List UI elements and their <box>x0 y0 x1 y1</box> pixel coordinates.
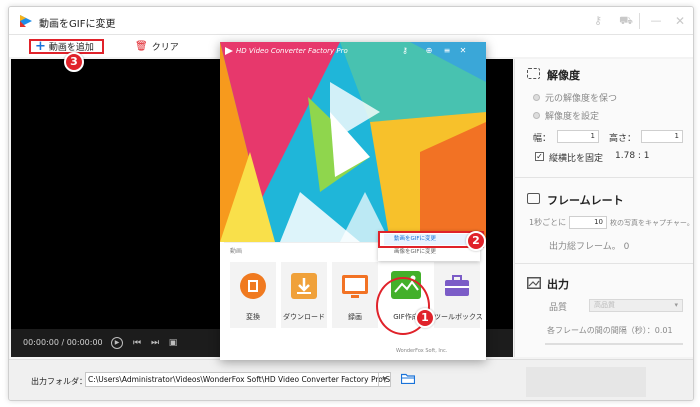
chevron-down-icon: ▾ <box>674 301 678 309</box>
overlay-footer: WonderFox Soft, Inc. <box>396 348 448 354</box>
plus-icon: + <box>35 38 46 54</box>
keep-ratio-checkbox[interactable]: ✓ <box>535 152 544 161</box>
height-label: 高さ： <box>609 134 637 144</box>
app-logo-icon <box>225 47 233 55</box>
per-second-suffix: 枚の写真をキャプチャー。 <box>610 219 694 227</box>
tile-toolbox-label: ツールボックス <box>434 313 483 321</box>
key-icon[interactable]: ⚷ <box>400 46 410 56</box>
overlay-title-bar: HD Video Converter Factory Pro ⚷ ⊕ ≡ ✕ <box>220 42 486 62</box>
keep-original-label: 元の解像度を保つ <box>545 94 618 104</box>
step-badge-1: 1 <box>415 308 435 328</box>
snapshot-icon[interactable]: ▣ <box>167 337 179 349</box>
app-logo-icon <box>20 15 32 27</box>
progress-track <box>545 343 683 345</box>
timecode: 00:00:00 / 00:00:00 <box>23 338 103 347</box>
quality-value: 高品質 <box>594 301 615 309</box>
film-reel-icon <box>240 273 266 299</box>
tile-convert[interactable]: 変換 <box>230 262 276 328</box>
quality-select[interactable]: 高品質 ▾ <box>589 299 683 312</box>
bottom-bar: 出力フォルダ： C:\Users\Administrator\Videos\Wo… <box>9 359 693 400</box>
clear-label: クリア <box>151 43 179 53</box>
folder-icon[interactable] <box>401 373 415 384</box>
keep-ratio-label: 縦横比を固定 <box>549 154 604 164</box>
close-icon[interactable]: ✕ <box>673 14 687 28</box>
set-resolution-label: 解像度を設定 <box>545 112 600 122</box>
minimize-icon[interactable]: — <box>649 14 663 28</box>
height-input[interactable]: 1 <box>641 130 683 143</box>
overlay-title: HD Video Converter Factory Pro <box>236 47 348 55</box>
run-button[interactable] <box>526 367 646 397</box>
chevron-down-icon[interactable]: ▼ <box>378 373 390 386</box>
output-path-field[interactable]: C:\Users\Administrator\Videos\WonderFox … <box>85 372 391 387</box>
screen-record-icon <box>342 275 368 298</box>
globe-icon[interactable]: ⊕ <box>424 46 434 56</box>
quality-label: 品質 <box>549 303 568 313</box>
settings-panel: 解像度 元の解像度を保つ 解像度を設定 幅： 1 高さ： 1 ✓ 縦横比を固定 … <box>514 59 694 357</box>
title-divider <box>639 13 640 29</box>
set-resolution-option[interactable]: 解像度を設定 <box>533 109 599 122</box>
keep-original-option[interactable]: 元の解像度を保つ <box>533 91 617 104</box>
menu-item-image-to-gif-label: 画像をGIFに変更 <box>394 249 437 255</box>
play-icon[interactable]: ▶ <box>111 337 123 349</box>
output-path-value: C:\Users\Administrator\Videos\WonderFox … <box>88 375 391 384</box>
trash-icon: 🗑 <box>135 41 148 52</box>
ratio-value: 1.78 : 1 <box>615 151 650 161</box>
menu-item-image-to-gif[interactable]: 画像をGIFに変更 <box>384 247 476 258</box>
resolution-icon <box>527 68 540 79</box>
image-icon <box>527 277 541 289</box>
per-second-input[interactable]: 10 <box>569 216 607 229</box>
width-label: 幅： <box>533 134 552 144</box>
resolution-title: 解像度 <box>547 69 580 82</box>
prev-frame-icon[interactable]: ⏮ <box>131 337 143 349</box>
output-frames: 出力総フレーム。 0 <box>549 242 630 252</box>
clear-button[interactable]: 🗑 クリア <box>135 40 179 53</box>
step-badge-3: 3 <box>64 52 84 72</box>
toolbox-icon <box>445 275 469 296</box>
tile-download-label: ダウンロード <box>283 313 325 321</box>
output-folder-label: 出力フォルダ： <box>31 377 87 386</box>
converter-home-window: HD Video Converter Factory Pro ⚷ ⊕ ≡ ✕ 動… <box>220 42 486 360</box>
divider <box>515 177 693 178</box>
section-label: 動画 <box>230 248 243 255</box>
tile-record-label: 録画 <box>348 313 362 321</box>
cart-icon[interactable]: ⛟ <box>619 14 633 28</box>
tile-download[interactable]: ダウンロード <box>281 262 327 328</box>
tile-record[interactable]: 録画 <box>332 262 378 328</box>
next-frame-icon[interactable]: ⏭ <box>149 337 161 349</box>
interval-label: 各フレームの間の間隔（秒）：0.01 <box>547 326 673 335</box>
add-video-button[interactable]: + 動画を追加 <box>29 39 104 54</box>
per-second-prefix: 1秒ごとに <box>529 218 567 227</box>
radio-icon <box>533 112 540 119</box>
framerate-icon <box>527 193 540 204</box>
radio-icon <box>533 94 540 101</box>
tile-toolbox[interactable]: ツールボックス <box>434 262 483 328</box>
add-video-label: 動画を追加 <box>48 43 94 53</box>
close-icon[interactable]: ✕ <box>458 46 468 56</box>
framerate-title: フレームレート <box>547 194 624 207</box>
hero-banner <box>220 42 486 242</box>
output-title: 出力 <box>547 278 569 291</box>
step-badge-2: 2 <box>466 231 486 251</box>
download-icon <box>291 273 317 299</box>
divider <box>515 263 693 264</box>
menu-icon[interactable]: ≡ <box>442 46 452 56</box>
key-icon[interactable]: ⚷ <box>591 14 605 28</box>
tile-convert-label: 変換 <box>246 313 260 321</box>
width-input[interactable]: 1 <box>557 130 599 143</box>
window-title: 動画をGIFに変更 <box>39 19 116 30</box>
title-bar: 動画をGIFに変更 ⚷ ⛟ — ✕ <box>9 7 693 35</box>
